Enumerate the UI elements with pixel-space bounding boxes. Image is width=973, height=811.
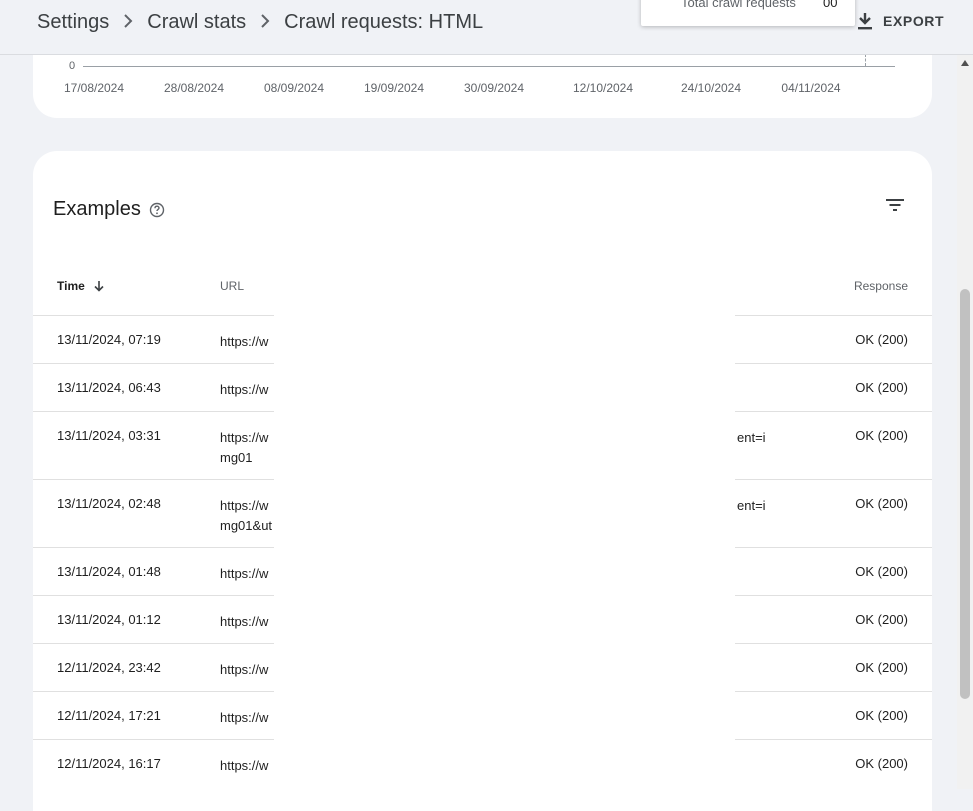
tooltip-value: 00 [823,0,838,10]
row-time: 13/11/2024, 02:48 [57,496,161,511]
row-time: 13/11/2024, 07:19 [57,332,161,347]
x-tick-label: 28/08/2024 [163,81,225,95]
y-axis-zero-label: 0 [69,60,76,72]
x-tick-label: 04/11/2024 [781,81,841,95]
column-header-response[interactable]: Response [854,279,908,293]
row-time: 12/11/2024, 16:17 [57,756,161,771]
row-url-line1-end: ent=i [737,430,766,445]
examples-title: Examples [53,198,141,220]
row-url-line2: mg01&ut [220,518,273,533]
row-response: OK (200) [855,332,908,347]
chevron-right-icon [260,12,270,33]
row-response: OK (200) [855,496,908,511]
row-response: OK (200) [855,428,908,443]
row-time: 12/11/2024, 23:42 [57,660,161,675]
row-response: OK (200) [855,564,908,579]
export-button[interactable]: EXPORT [857,12,944,30]
row-response: OK (200) [855,380,908,395]
time-header-label: Time [57,279,85,293]
page-title: Crawl requests: HTML [284,11,484,33]
row-response: OK (200) [855,756,908,771]
chevron-right-icon [123,12,133,33]
x-axis-line [83,66,895,67]
scroll-up-arrow-icon[interactable] [961,60,969,66]
arrow-down-icon [94,281,104,292]
export-label: EXPORT [883,13,945,29]
row-time: 13/11/2024, 01:48 [57,564,161,579]
column-header-url[interactable]: URL [220,279,244,293]
tooltip-label: Total crawl requests [681,0,796,10]
row-response: OK (200) [855,660,908,675]
row-url-start: https://w [220,430,269,445]
column-header-time[interactable]: Time [57,279,105,293]
x-tick-label: 30/09/2024 [463,81,525,95]
help-icon[interactable] [149,202,165,223]
row-response: OK (200) [855,708,908,723]
breadcrumb-settings[interactable]: Settings [37,11,109,34]
row-url-start: https://w [220,498,269,513]
download-icon [858,13,872,30]
row-url-line2: mg01 [220,450,253,465]
row-time: 13/11/2024, 03:31 [57,428,161,443]
chart-tooltip: Total crawl requests 00 [641,0,855,26]
redaction-overlay [274,296,735,789]
x-tick-label: 12/10/2024 [572,81,634,95]
row-time: 12/11/2024, 17:21 [57,708,161,723]
row-response: OK (200) [855,612,908,627]
row-time: 13/11/2024, 01:12 [57,612,161,627]
scrollbar-thumb[interactable] [960,289,970,699]
filter-icon[interactable] [885,197,905,218]
x-tick-label: 17/08/2024 [63,81,125,95]
breadcrumb-crawl-stats[interactable]: Crawl stats [147,11,246,34]
hover-marker [865,54,866,66]
row-time: 13/11/2024, 06:43 [57,380,161,395]
x-tick-label: 08/09/2024 [263,81,325,95]
breadcrumb: Settings Crawl stats Crawl requests: HTM… [37,11,483,34]
x-tick-label: 24/10/2024 [680,81,742,95]
row-url-line1-end: ent=i [737,498,766,513]
x-tick-label: 19/09/2024 [363,81,425,95]
